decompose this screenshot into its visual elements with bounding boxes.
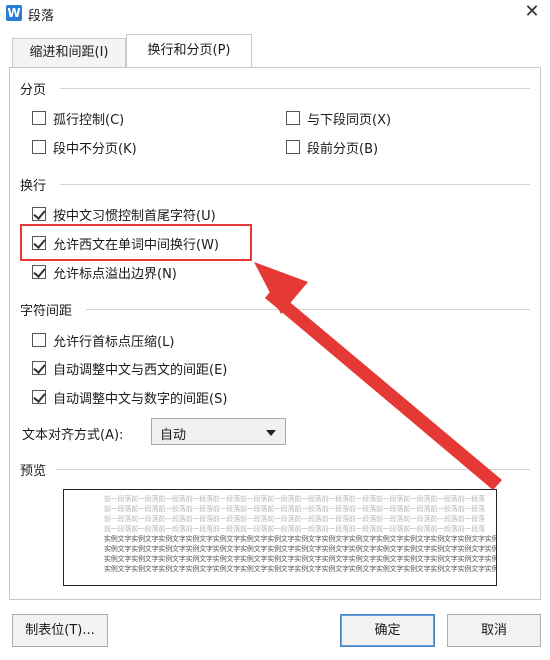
preview-sample-line: 实例文字实例文字实例文字实例文字实例文字实例文字实例文字实例文字实例文字实例文字… [104, 535, 497, 543]
wps-writer-icon: W [6, 5, 22, 21]
preview-area: 前一段落前一段落前一段落前一段落前一段落前一段落前一段落前一段落前一段落前一段落… [63, 489, 497, 586]
checkbox-label: 段中不分页(K) [53, 141, 137, 157]
checkbox-page-break-before[interactable]: 段前分页(B) [286, 137, 378, 157]
section-title-char-spacing: 字符间距 [20, 300, 79, 319]
checkbox-label: 允许行首标点压缩(L) [53, 334, 175, 350]
checkbox-box[interactable] [32, 361, 46, 375]
section-divider [60, 88, 530, 89]
checkbox-label: 段前分页(B) [307, 141, 379, 157]
preview-sample-line: 实例文字实例文字实例文字实例文字实例文字实例文字实例文字实例文字实例文字实例文字… [104, 565, 497, 573]
tab-indent-spacing[interactable]: 缩进和间距(I) [12, 38, 126, 68]
checkbox-label: 孤行控制(C) [53, 112, 125, 128]
tab-line-page-breaks[interactable]: 换行和分页(P) [126, 34, 252, 68]
checkbox-widow-control[interactable]: 孤行控制(C) [32, 108, 124, 128]
preview-prev-paragraph-line: 前一段落前一段落前一段落前一段落前一段落前一段落前一段落前一段落前一段落前一段落… [104, 495, 485, 503]
section-divider [56, 469, 530, 470]
checkbox-auto-space-cjk-digits[interactable]: 自动调整中文与数字的间距(S) [32, 387, 227, 407]
cancel-button[interactable]: 取消 [447, 614, 541, 647]
preview-prev-paragraph-line: 前一段落前一段落前一段落前一段落前一段落前一段落前一段落前一段落前一段落前一段落… [104, 525, 485, 533]
dialog-title: 段落 [28, 9, 55, 24]
checkbox-label: 允许标点溢出边界(N) [53, 266, 177, 282]
select-value: 自动 [160, 428, 187, 443]
preview-prev-paragraph-line: 前一段落前一段落前一段落前一段落前一段落前一段落前一段落前一段落前一段落前一段落… [104, 505, 485, 513]
checkbox-box[interactable] [286, 140, 300, 154]
checkbox-box[interactable] [32, 207, 46, 221]
checkbox-box[interactable] [32, 265, 46, 279]
text-alignment-label: 文本对齐方式(A): [22, 428, 124, 443]
checkbox-box[interactable] [32, 111, 46, 125]
checkbox-box[interactable] [32, 390, 46, 404]
section-title-pagination: 分页 [20, 79, 53, 98]
section-title-line-break: 换行 [20, 175, 53, 194]
ok-button[interactable]: 确定 [340, 614, 435, 647]
checkbox-label: 与下段同页(X) [307, 112, 392, 128]
annotation-highlight-box [20, 224, 252, 261]
preview-sample-line: 实例文字实例文字实例文字实例文字实例文字实例文字实例文字实例文字实例文字实例文字… [104, 555, 497, 563]
checkbox-box[interactable] [32, 140, 46, 154]
title-bar: W 段落 ✕ [0, 0, 550, 26]
section-divider [86, 309, 530, 310]
checkbox-allow-punctuation-overflow[interactable]: 允许标点溢出边界(N) [32, 262, 177, 282]
chevron-down-icon[interactable] [266, 430, 276, 436]
tab-strip: 缩进和间距(I) 换行和分页(P) [0, 26, 550, 68]
checkbox-compress-leading-punctuation[interactable]: 允许行首标点压缩(L) [32, 330, 174, 350]
checkbox-chinese-first-last-char[interactable]: 按中文习惯控制首尾字符(U) [32, 204, 216, 224]
preview-sample-line: 实例文字实例文字实例文字实例文字实例文字实例文字实例文字实例文字实例文字实例文字… [104, 545, 497, 553]
checkbox-box[interactable] [32, 333, 46, 347]
checkbox-box[interactable] [286, 111, 300, 125]
checkbox-auto-space-cjk-latin[interactable]: 自动调整中文与西文的间距(E) [32, 358, 227, 378]
checkbox-label: 自动调整中文与西文的间距(E) [53, 362, 228, 378]
checkbox-keep-with-next[interactable]: 与下段同页(X) [286, 108, 391, 128]
section-divider [60, 184, 530, 185]
tab-stops-button[interactable]: 制表位(T)... [12, 614, 108, 647]
section-title-preview: 预览 [20, 460, 53, 479]
text-alignment-select[interactable]: 自动 [151, 418, 286, 445]
preview-prev-paragraph-line: 前一段落前一段落前一段落前一段落前一段落前一段落前一段落前一段落前一段落前一段落… [104, 515, 485, 523]
close-icon[interactable]: ✕ [522, 2, 542, 22]
checkbox-label: 自动调整中文与数字的间距(S) [53, 391, 228, 407]
checkbox-keep-lines-together[interactable]: 段中不分页(K) [32, 137, 137, 157]
checkbox-label: 按中文习惯控制首尾字符(U) [53, 208, 216, 224]
